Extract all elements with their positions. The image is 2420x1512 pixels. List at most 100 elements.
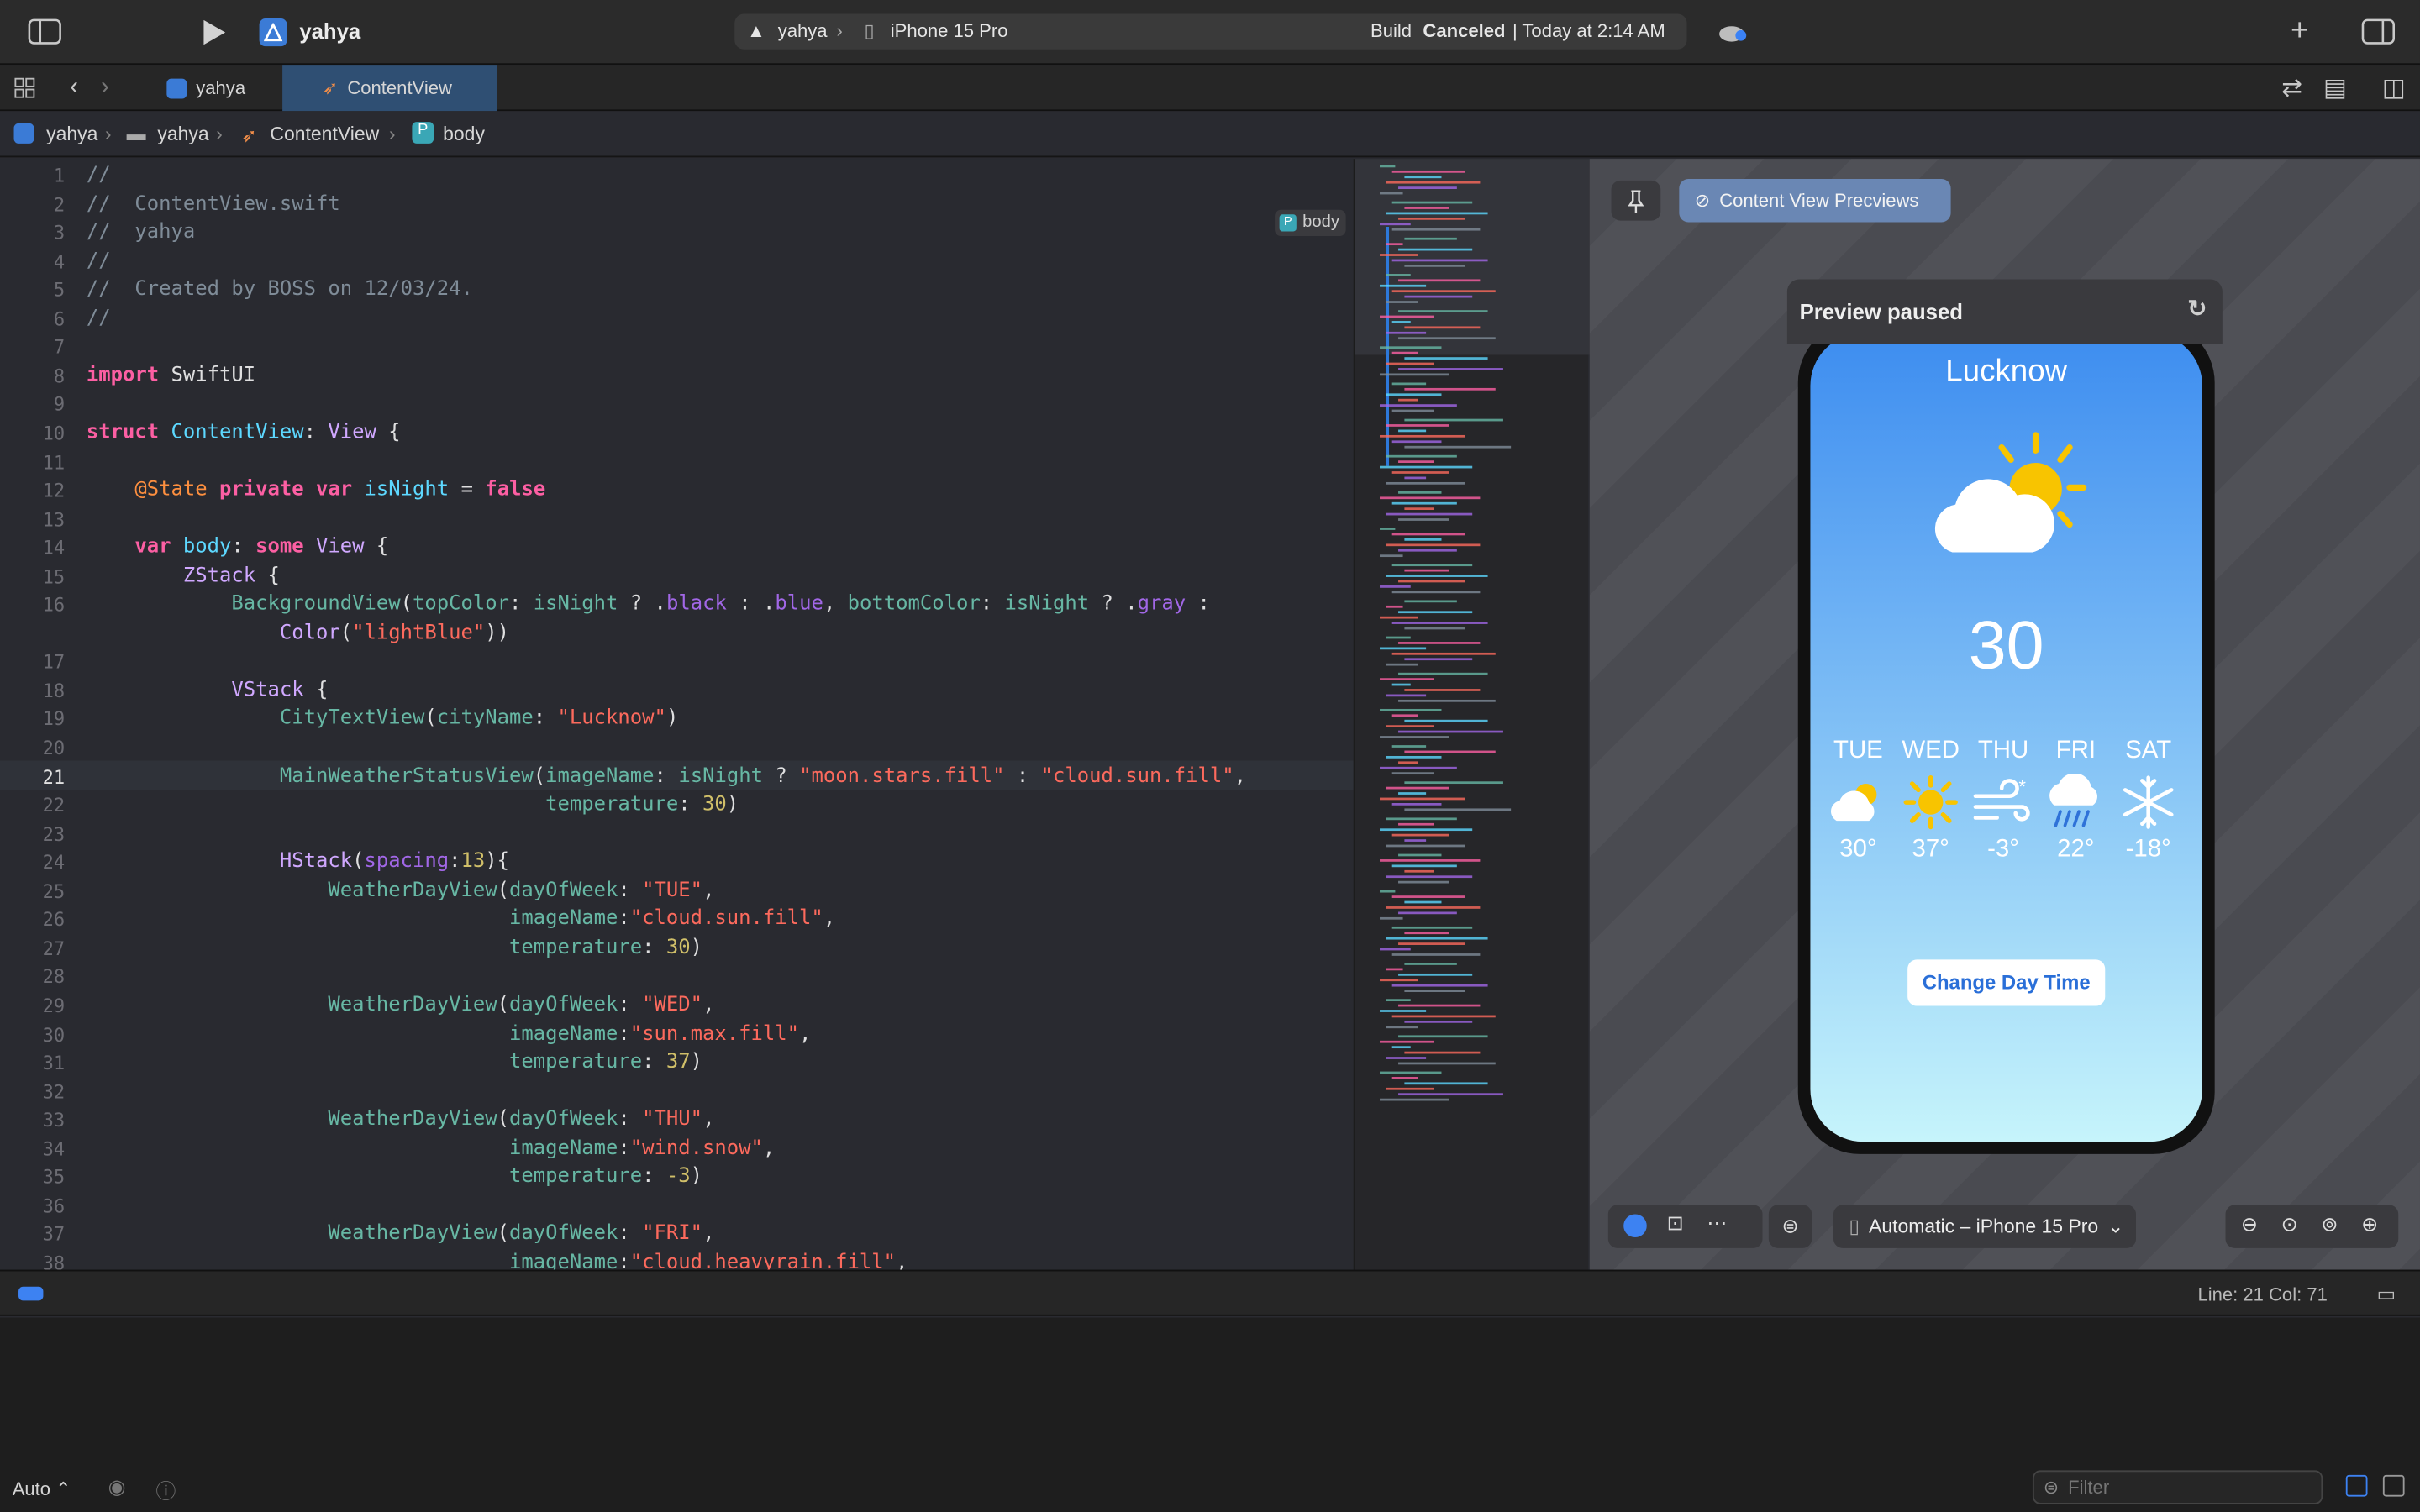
run-icon[interactable] <box>197 17 229 48</box>
editor-options-icon[interactable]: ▤ <box>2318 76 2352 102</box>
device-selector-label: Automatic – iPhone 15 Pro <box>1869 1215 2099 1238</box>
xcode-project-icon <box>13 123 34 144</box>
debug-area-toggle-icon[interactable] <box>18 1286 44 1301</box>
weather-day-wed: WED 37° <box>1895 738 1965 864</box>
debug-bar: Line: 21 Col: 71 ▭ <box>0 1269 2420 1316</box>
zoom-fit-icon[interactable]: ⊚ <box>2321 1213 2338 1237</box>
weekday-row: TUE 30° WED 37° THU * -3° FRI 22° SAT -18° <box>1823 738 2190 876</box>
output-mode-selector[interactable]: Auto ⌃ <box>13 1478 71 1500</box>
code-editor[interactable]: 1 2 3 4 5 6 7 8 9 10 11 12 13 14 15 16 17 18 19 20 21 22 23 24 2… <box>0 159 1354 1270</box>
breadcrumb-item[interactable]: body <box>443 123 485 145</box>
sidebar-toggle-icon[interactable] <box>28 18 61 45</box>
breadcrumb-item[interactable]: ContentView <box>270 123 379 145</box>
variants-grid-icon[interactable]: ⋯ <box>1707 1211 1727 1236</box>
property-icon: P <box>412 122 434 144</box>
code-line: @State private var isNight = false <box>134 478 546 502</box>
code-line: import SwiftUI <box>86 364 256 387</box>
forward-icon[interactable]: › <box>92 74 117 102</box>
line-number: 17 <box>42 651 66 674</box>
breadcrumb-item[interactable]: yahya <box>46 123 97 145</box>
day-temperature: 30° <box>1839 836 1877 863</box>
swap-icon[interactable]: ⇄ <box>2278 76 2306 102</box>
zoom-actual-icon[interactable]: ⊙ <box>2281 1213 2298 1237</box>
grid-icon[interactable] <box>13 76 37 100</box>
line-number: 4 <box>53 250 66 273</box>
eye-icon[interactable]: ◉ <box>108 1475 126 1499</box>
variables-view-toggle-icon[interactable] <box>2345 1474 2368 1497</box>
line-number: 2 <box>53 193 66 216</box>
hide-console-icon[interactable]: ▭ <box>2377 1282 2396 1306</box>
weather-day-thu: THU * -3° <box>1968 738 2039 864</box>
console-view-toggle-icon[interactable] <box>2382 1474 2405 1497</box>
scheme-target[interactable]: yahya <box>778 20 828 42</box>
code-line: temperature: -3) <box>508 1165 703 1189</box>
line-number: 30 <box>42 1023 66 1046</box>
change-day-time-button[interactable]: Change Day Time <box>1907 959 2106 1006</box>
code-line: // ContentView.swift <box>86 192 340 216</box>
cloud-icon[interactable] <box>1718 18 1749 46</box>
code-line: HStack(spacing:13){ <box>279 850 510 874</box>
breadcrumb-item[interactable]: yahya <box>157 123 208 145</box>
day-label: THU <box>1977 737 2029 764</box>
line-number: 7 <box>53 336 66 359</box>
cloud-sun-icon <box>1934 432 2087 553</box>
info-icon[interactable]: ⓘ <box>156 1475 176 1504</box>
back-icon[interactable]: ‹ <box>61 74 86 102</box>
code-line: ZStack { <box>182 564 280 588</box>
code-line: Color("lightBlue")) <box>279 621 510 645</box>
device-selector[interactable]: ▯ Automatic – iPhone 15 Pro ⌄ <box>1833 1205 2136 1248</box>
build-status: Canceled <box>1423 19 1506 42</box>
tab-contentview[interactable]: ➶ ContentView <box>282 65 497 112</box>
console-area[interactable]: Auto ⌃ ◉ ⓘ ⊜ <box>0 1317 2420 1512</box>
line-number: 9 <box>53 394 66 416</box>
canvas-preview: ⊘ Content View Precviews Lucknow 30 TUE 3… <box>1589 159 2420 1270</box>
line-number: 23 <box>42 823 66 845</box>
minimap[interactable] <box>1353 159 1590 1270</box>
code-line: imageName:"wind.snow", <box>508 1137 776 1160</box>
add-icon[interactable]: + <box>2284 13 2315 47</box>
svg-text:*: * <box>2018 776 2026 797</box>
console-filter-field[interactable]: ⊜ <box>2032 1470 2323 1504</box>
add-editor-icon[interactable]: ◫ <box>2380 76 2407 102</box>
weather-day-fri: FRI 22° <box>2040 738 2111 864</box>
line-number: 38 <box>42 1252 66 1270</box>
toolbar: yahya ▲ yahya › ▯ iPhone 15 Pro Build Ca… <box>0 0 2420 66</box>
filter-input[interactable] <box>2068 1474 2316 1500</box>
app-screen: Lucknow 30 TUE 30° WED 37° THU * -3° FRI 22° SAT -… <box>1810 333 2202 1142</box>
scheme-activity-bar[interactable]: ▲ yahya › ▯ iPhone 15 Pro Build Canceled… <box>734 13 1687 50</box>
day-temperature: -3° <box>1987 836 2019 863</box>
zoom-in-icon[interactable]: ⊕ <box>2361 1213 2378 1237</box>
live-play-icon[interactable] <box>1623 1214 1647 1238</box>
day-temperature: -18° <box>2125 836 2171 863</box>
line-number: 6 <box>53 307 66 330</box>
wind-snow-icon: * <box>1968 774 2039 830</box>
preview-paused-banner: Preview paused ↻ <box>1786 279 2223 344</box>
refresh-icon[interactable]: ↻ <box>2187 295 2207 323</box>
preview-selector-button[interactable]: ⊘ Content View Precviews <box>1679 179 1951 223</box>
line-number: 22 <box>42 795 66 816</box>
code-line: struct ContentView: View { <box>86 421 401 444</box>
select-mode-icon[interactable]: ⊡ <box>1667 1211 1684 1236</box>
day-label: FRI <box>2055 737 2096 764</box>
property-icon: P <box>1279 214 1297 232</box>
line-number: 35 <box>42 1167 66 1189</box>
code-line: imageName:"cloud.heavyrain.fill", <box>508 1251 908 1270</box>
settings-toggle-icon[interactable]: ⊜ <box>1768 1205 1812 1248</box>
chevron-right-icon: › <box>104 123 112 145</box>
preview-icon: ⊘ <box>1694 189 1711 212</box>
line-number: 27 <box>42 937 66 960</box>
xcode-project-icon <box>166 77 187 98</box>
code-line: // yahya <box>86 220 196 244</box>
body-badge[interactable]: P body <box>1275 209 1346 237</box>
line-number: 10 <box>42 423 66 444</box>
run-destination[interactable]: iPhone 15 Pro <box>891 20 1008 42</box>
tab-yahya[interactable]: yahya <box>155 65 281 111</box>
filter-icon: ⊜ <box>2043 1476 2060 1499</box>
line-number: 18 <box>42 680 66 702</box>
inspector-toggle-icon[interactable] <box>2361 18 2396 45</box>
day-temperature: 37° <box>1912 836 1949 863</box>
zoom-out-icon[interactable]: ⊖ <box>2241 1213 2258 1237</box>
code-line: temperature: 30) <box>545 793 739 816</box>
pin-icon[interactable] <box>1611 180 1661 221</box>
code-line: WeatherDayView(dayOfWeek: "WED", <box>328 993 715 1017</box>
